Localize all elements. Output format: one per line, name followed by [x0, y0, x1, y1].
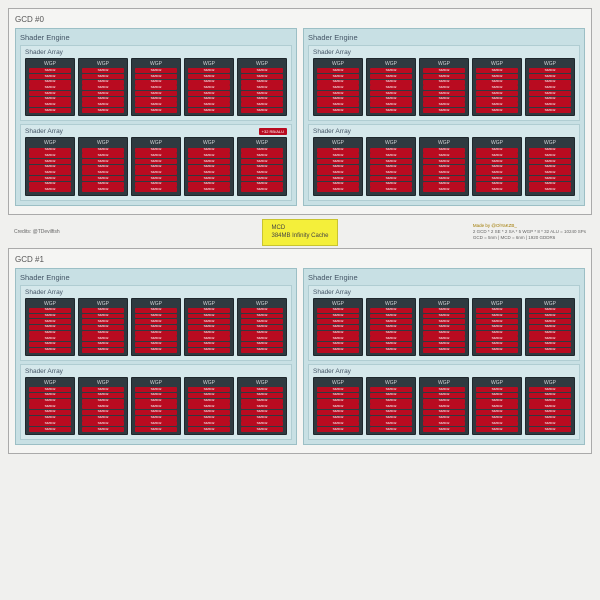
rb-badge: +32 RB/ALU — [259, 128, 287, 135]
mcd-block: MCD 384MB Infinity Cache — [262, 219, 337, 246]
mcd-title: MCD — [271, 224, 328, 232]
shader-array-label: Shader Array — [25, 49, 63, 56]
simd-unit: SIMD32 — [29, 80, 71, 85]
shader-engine: Shader Engine Shader Array WGPSIMD32SIMD… — [15, 268, 297, 446]
gcd-0-title: GCD #0 — [15, 15, 585, 24]
gcd-1: GCD #1 Shader Engine Shader Array WGPSIM… — [8, 248, 592, 455]
shader-array: Shader Array WGPSIMD32SIMD32SIMD32SIMD32… — [20, 45, 292, 121]
credits-text: Credits: @TDevilfish — [14, 229, 60, 235]
mcd-subtitle: 384MB Infinity Cache — [271, 232, 328, 240]
shader-engine: Shader Engine Shader Array WGPSIMD32SIMD… — [303, 28, 585, 206]
wgp: WGPSIMD32SIMD32SIMD32SIMD32SIMD32SIMD32S… — [25, 58, 75, 116]
wgp-label: WGP — [44, 61, 56, 67]
simd-unit: SIMD32 — [29, 102, 71, 107]
shader-engine-label: Shader Engine — [20, 33, 292, 42]
gcd-1-title: GCD #1 — [15, 255, 585, 264]
wgp: WGPSIMD32SIMD32SIMD32SIMD32SIMD32SIMD32S… — [184, 58, 234, 116]
simd-unit: SIMD32 — [29, 74, 71, 79]
simd-unit: SIMD32 — [29, 85, 71, 90]
simd-unit: SIMD32 — [29, 91, 71, 96]
shader-array: Shader Array+32 RB/ALU WGPSIMD32SIMD32SI… — [20, 124, 292, 200]
gcd-0-se-row: Shader Engine Shader Array WGPSIMD32SIMD… — [15, 28, 585, 206]
gcd-0: GCD #0 Shader Engine Shader Array WGPSIM… — [8, 8, 592, 215]
wgp: WGPSIMD32SIMD32SIMD32SIMD32SIMD32SIMD32S… — [78, 58, 128, 116]
spec-line: GCD = 5nm | MCD = 6nm | 1920 GDDR6 — [473, 235, 586, 241]
middle-strip: Credits: @TDevilfish MCD 384MB Infinity … — [8, 219, 592, 246]
wgp: WGPSIMD32SIMD32SIMD32SIMD32SIMD32SIMD32S… — [237, 58, 287, 116]
gpu-block-diagram: GCD #0 Shader Engine Shader Array WGPSIM… — [0, 0, 600, 600]
simd-unit: SIMD32 — [29, 68, 71, 73]
shader-engine: Shader Engine Shader Array WGPSIMD32SIMD… — [15, 28, 297, 206]
wgp: WGPSIMD32SIMD32SIMD32SIMD32SIMD32SIMD32S… — [131, 58, 181, 116]
wgp-row: WGPSIMD32SIMD32SIMD32SIMD32SIMD32SIMD32S… — [25, 58, 287, 116]
shader-engine: Shader Engine Shader Array WGPSIMD32SIMD… — [303, 268, 585, 446]
spec-info: Made by @OlYaKZB_ 2 GCD * 2 SE * 2 SA * … — [473, 223, 586, 242]
simd-unit: SIMD32 — [29, 97, 71, 102]
simd-unit: SIMD32 — [29, 108, 71, 113]
